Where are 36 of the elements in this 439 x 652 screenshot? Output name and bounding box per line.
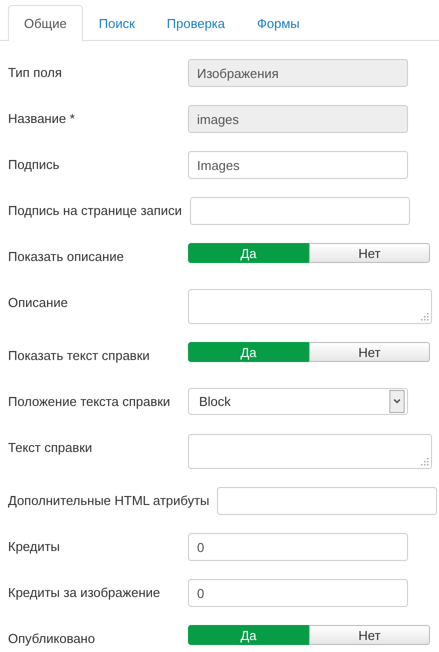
toggle-option[interactable]: Нет (309, 342, 430, 362)
tab[interactable]: Формы (241, 5, 316, 41)
toggle-option[interactable]: Да (188, 342, 309, 362)
text-field[interactable]: Изображения (188, 59, 408, 87)
text-field[interactable]: 0 (188, 579, 408, 607)
toggle-option[interactable]: Да (188, 625, 309, 645)
field-label: Показать текст справки (8, 347, 151, 365)
resize-grip-icon[interactable] (420, 457, 429, 466)
text-field[interactable] (190, 197, 410, 225)
toggle-option[interactable]: Нет (309, 243, 430, 263)
toggle-option[interactable]: Нет (309, 625, 430, 645)
tab[interactable]: Проверка (150, 5, 242, 41)
text-field[interactable] (217, 487, 438, 515)
toggle-option[interactable]: Да (188, 243, 309, 263)
field-label: Дополнительные HTML атрибуты (8, 492, 210, 510)
field-label: Показать описание (8, 248, 125, 266)
field-label: Подпись (8, 156, 60, 174)
field-label: Название * (8, 110, 76, 128)
field-label: Текст справки (8, 439, 94, 457)
field-label: Кредиты за изображение (8, 584, 162, 602)
field-label: Подпись на странице записи (8, 202, 183, 220)
field-label: Тип поля (8, 64, 63, 82)
caret-icon[interactable] (389, 390, 405, 413)
text-field[interactable]: 0 (188, 533, 408, 561)
tab[interactable]: Поиск (82, 5, 151, 41)
field-label: Описание (8, 294, 69, 312)
field-label: Кредиты (8, 538, 61, 556)
dropdown[interactable]: Block (188, 388, 408, 415)
resize-grip-icon[interactable] (420, 312, 429, 321)
text-field[interactable]: Images (188, 151, 408, 179)
text-area[interactable] (188, 434, 432, 469)
text-area[interactable] (188, 289, 432, 324)
field-label: Положение текста справки (8, 393, 172, 411)
text-field[interactable]: images (188, 105, 408, 133)
tab[interactable]: Общие (8, 5, 83, 41)
field-label: Опубликовано (8, 630, 96, 648)
